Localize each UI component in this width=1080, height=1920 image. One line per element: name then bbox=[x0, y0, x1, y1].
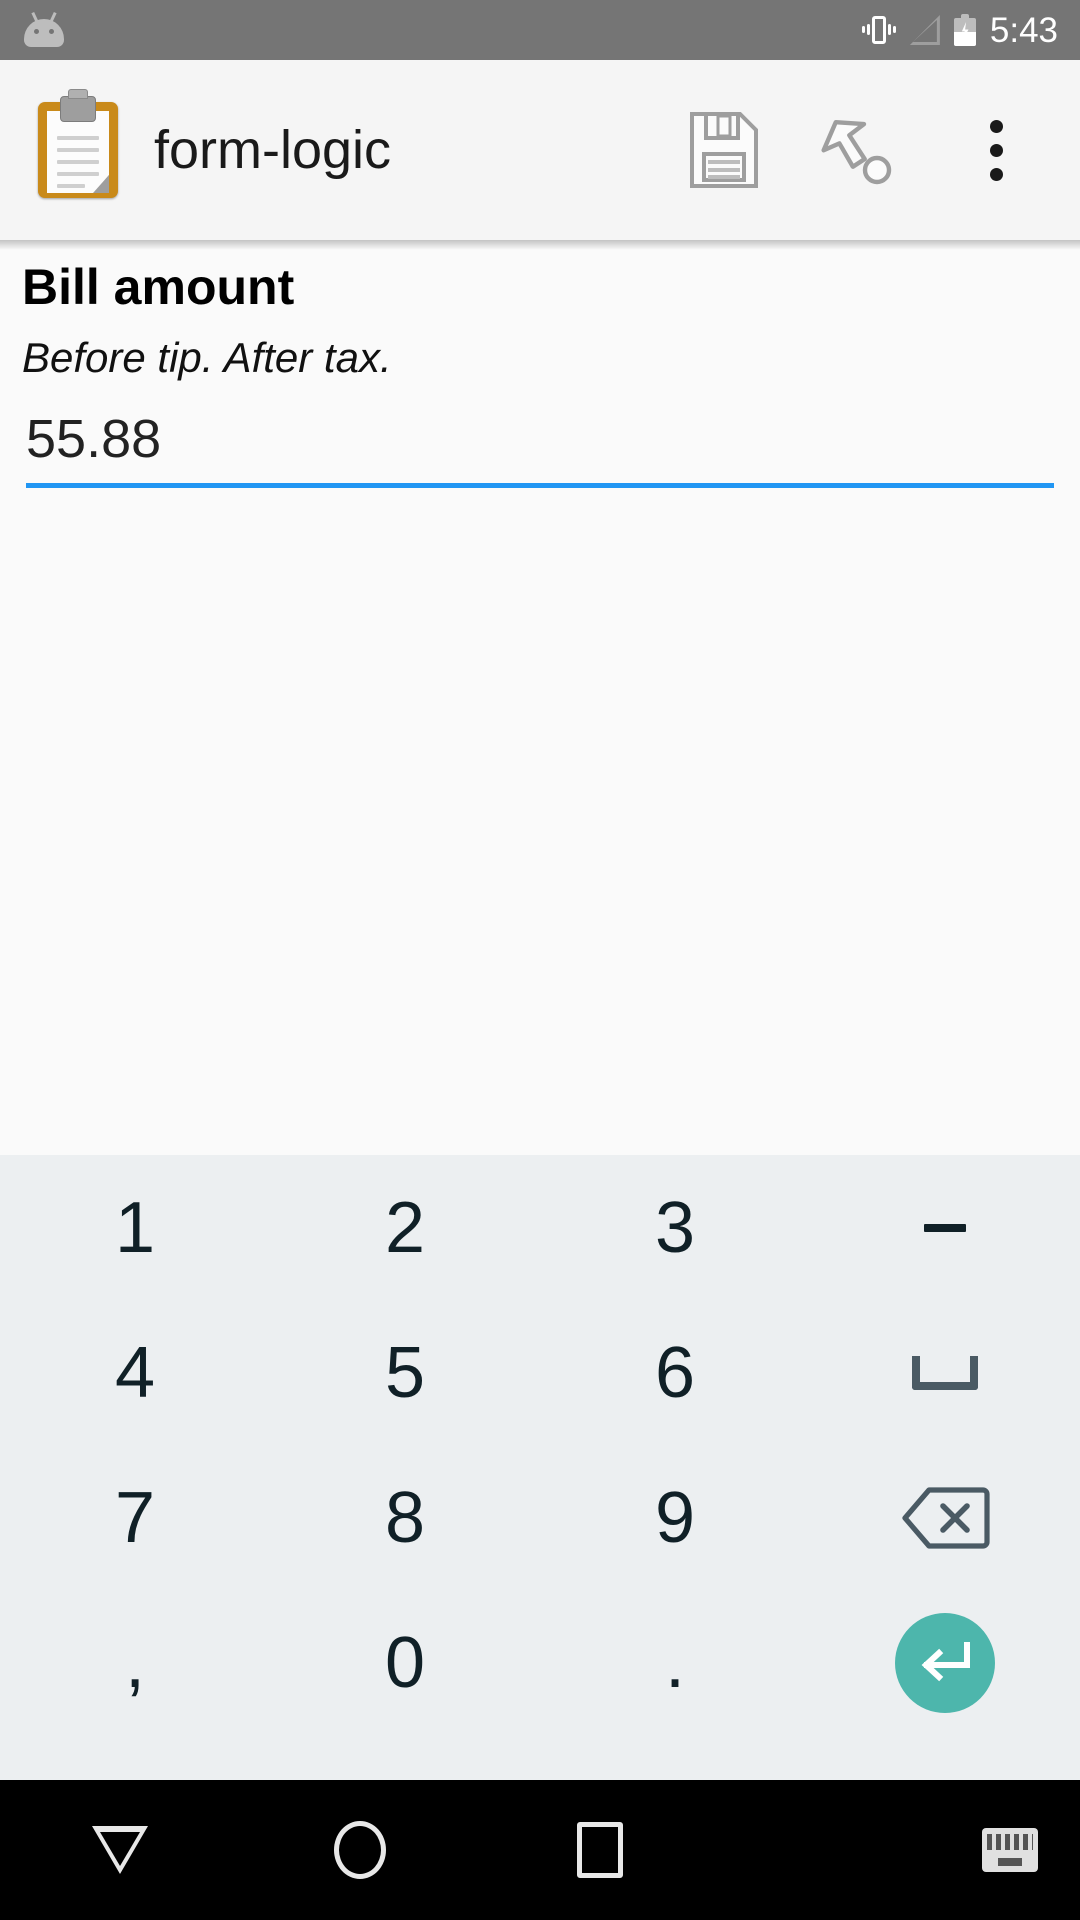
key-1-label: 1 bbox=[114, 1187, 156, 1268]
keyboard-row: 1 2 3 bbox=[0, 1155, 1080, 1300]
key-0-label: 0 bbox=[384, 1622, 426, 1703]
nav-back-button[interactable] bbox=[0, 1780, 240, 1920]
save-icon[interactable] bbox=[656, 82, 792, 218]
key-7-label: 7 bbox=[114, 1477, 156, 1558]
battery-charging-icon bbox=[953, 14, 976, 46]
key-period-label: . bbox=[664, 1622, 685, 1703]
key-4-label: 4 bbox=[114, 1332, 156, 1413]
app-bar-actions bbox=[656, 82, 1064, 218]
key-9-label: 9 bbox=[654, 1477, 696, 1558]
nav-recents-button[interactable] bbox=[480, 1780, 720, 1920]
nav-home-button[interactable] bbox=[240, 1780, 480, 1920]
backspace-icon bbox=[899, 1486, 991, 1550]
clipboard-icon bbox=[38, 89, 118, 198]
key-1[interactable]: 1 bbox=[0, 1155, 270, 1300]
vibrate-icon bbox=[861, 13, 896, 47]
key-0[interactable]: 0 bbox=[270, 1590, 540, 1735]
key-7[interactable]: 7 bbox=[0, 1445, 270, 1590]
key-5-label: 5 bbox=[384, 1332, 426, 1413]
bill-amount-input[interactable] bbox=[26, 395, 1054, 483]
key-5[interactable]: 5 bbox=[270, 1300, 540, 1445]
key-4[interactable]: 4 bbox=[0, 1300, 270, 1445]
key-space[interactable] bbox=[810, 1300, 1080, 1445]
keyboard-row: 7 8 9 bbox=[0, 1445, 1080, 1590]
android-head-icon bbox=[24, 11, 64, 47]
key-9[interactable]: 9 bbox=[540, 1445, 810, 1590]
key-period[interactable]: . bbox=[540, 1590, 810, 1735]
field-underline bbox=[26, 483, 1054, 488]
keyboard-row: , 0. bbox=[0, 1590, 1080, 1735]
overflow-menu-icon[interactable] bbox=[928, 82, 1064, 218]
key-comma[interactable]: , bbox=[0, 1590, 270, 1735]
app-bar-shadow bbox=[0, 240, 1080, 250]
key-enter[interactable] bbox=[810, 1590, 1080, 1735]
status-bar-left bbox=[24, 11, 64, 47]
key-8-label: 8 bbox=[384, 1477, 426, 1558]
question-label: Bill amount bbox=[22, 259, 295, 315]
key-6[interactable]: 6 bbox=[540, 1300, 810, 1445]
nav-keyboard-switch-button[interactable] bbox=[982, 1828, 1038, 1872]
numeric-keyboard[interactable]: 1 2 3 4 5 6 7 8 9, 0. bbox=[0, 1155, 1080, 1780]
app-bar: form-logic bbox=[0, 60, 1080, 240]
status-bar-clock: 5:43 bbox=[989, 10, 1058, 50]
key-2-label: 2 bbox=[384, 1187, 426, 1268]
signal-icon bbox=[909, 15, 940, 45]
goto-icon[interactable] bbox=[792, 82, 928, 218]
status-bar: 5:43 bbox=[0, 0, 1080, 60]
space-icon bbox=[912, 1355, 978, 1390]
key-3-label: 3 bbox=[654, 1187, 696, 1268]
page-title: form-logic bbox=[154, 120, 392, 180]
key-comma-label: , bbox=[124, 1622, 145, 1703]
key-3[interactable]: 3 bbox=[540, 1155, 810, 1300]
keyboard-row: 4 5 6 bbox=[0, 1300, 1080, 1445]
key-6-label: 6 bbox=[654, 1332, 696, 1413]
phone-screen: 5:43 form-logic Bill amount Before tip. … bbox=[0, 0, 1080, 1920]
question-hint: Before tip. After tax. bbox=[22, 334, 392, 381]
key-backspace[interactable] bbox=[810, 1445, 1080, 1590]
key-minus[interactable] bbox=[810, 1155, 1080, 1300]
minus-icon bbox=[924, 1223, 966, 1232]
enter-icon bbox=[895, 1612, 995, 1713]
form-body: Bill amount Before tip. After tax. bbox=[0, 250, 1080, 1155]
key-8[interactable]: 8 bbox=[270, 1445, 540, 1590]
status-bar-right: 5:43 bbox=[861, 10, 1058, 50]
nav-bar bbox=[0, 1780, 1080, 1920]
key-2[interactable]: 2 bbox=[270, 1155, 540, 1300]
bill-amount-field[interactable] bbox=[26, 395, 1054, 488]
